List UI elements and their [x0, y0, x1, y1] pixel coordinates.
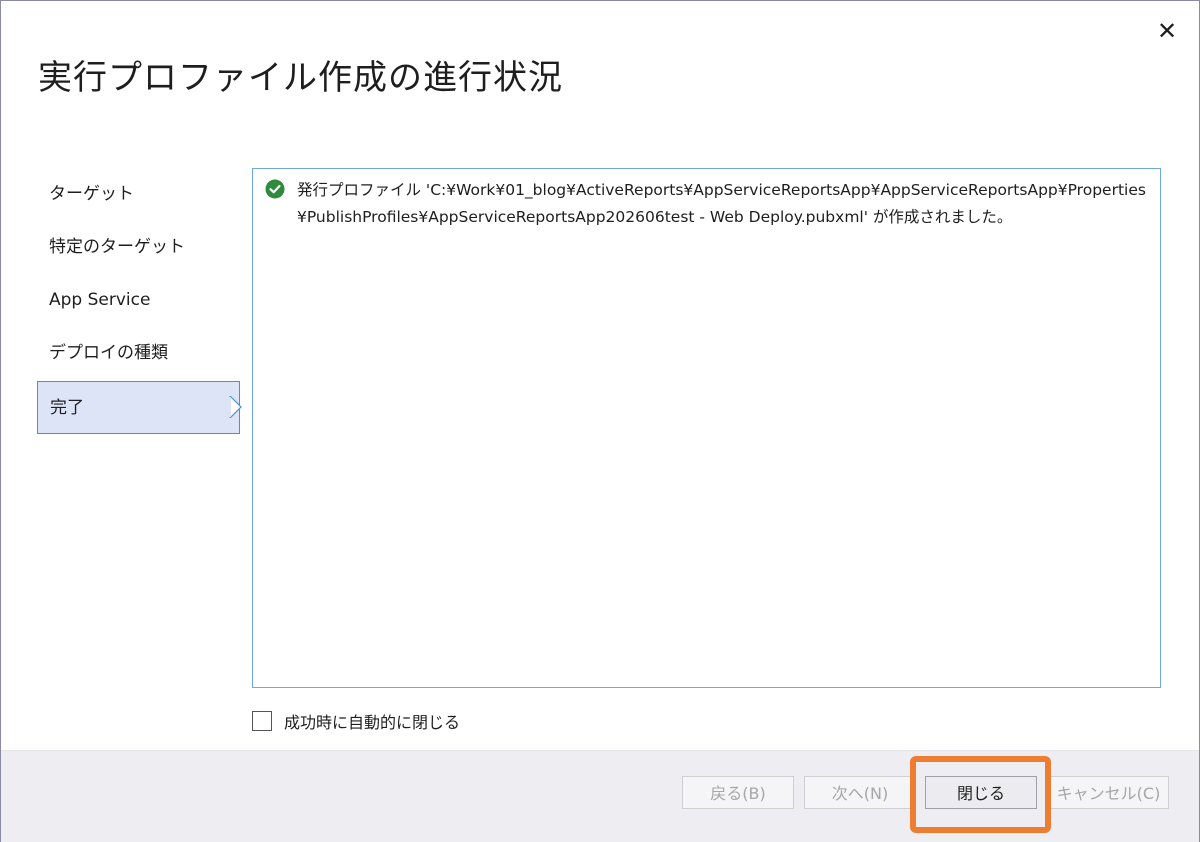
close-icon[interactable]: ✕: [1152, 16, 1182, 46]
active-pointer-icon: [229, 396, 242, 418]
nav-item-label: デプロイの種類: [49, 343, 168, 363]
success-check-icon: [265, 179, 285, 199]
back-button[interactable]: 戻る(B): [682, 776, 794, 809]
page-title: 実行プロファイル作成の進行状況: [38, 58, 563, 98]
auto-close-option[interactable]: 成功時に自動的に閉じる: [252, 709, 460, 733]
nav-item-label: 特定のターゲット: [49, 237, 185, 257]
nav-item-deploy-type[interactable]: デプロイの種類: [37, 327, 240, 380]
nav-item-app-service[interactable]: App Service: [37, 274, 240, 327]
nav-item-label: ターゲット: [49, 184, 134, 204]
status-message-text: 発行プロファイル 'C:¥Work¥01_blog¥ActiveReports¥…: [297, 181, 1146, 226]
status-message: 発行プロファイル 'C:¥Work¥01_blog¥ActiveReports¥…: [265, 177, 1150, 231]
close-button[interactable]: 閉じる: [925, 776, 1037, 809]
nav-item-label: App Service: [49, 290, 151, 310]
nav-item-finish[interactable]: 完了: [37, 381, 242, 434]
next-button[interactable]: 次へ(N): [804, 776, 916, 809]
nav-item-label: 完了: [50, 398, 84, 418]
output-log[interactable]: 発行プロファイル 'C:¥Work¥01_blog¥ActiveReports¥…: [252, 168, 1161, 688]
cancel-button[interactable]: キャンセル(C): [1048, 776, 1169, 809]
wizard-nav: ターゲット 特定のターゲット App Service デプロイの種類 完了: [37, 168, 242, 434]
nav-item-target[interactable]: ターゲット: [37, 168, 240, 221]
nav-item-specific-target[interactable]: 特定のターゲット: [37, 221, 240, 274]
auto-close-checkbox[interactable]: [252, 711, 272, 731]
auto-close-label: 成功時に自動的に閉じる: [284, 713, 461, 732]
